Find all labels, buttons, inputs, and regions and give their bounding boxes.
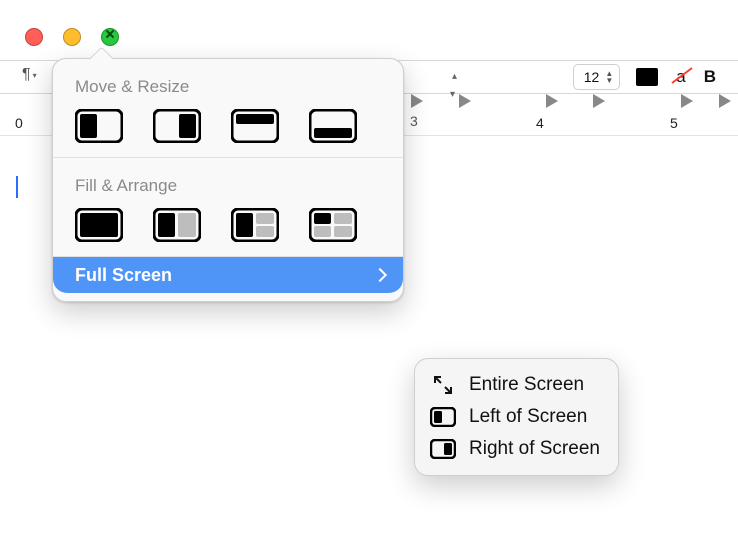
ruler-tick: 3 [410, 113, 418, 129]
section-heading-fill-arrange: Fill & Arrange [53, 158, 403, 200]
submenu-label: Entire Screen [469, 374, 584, 396]
fill-full[interactable] [75, 208, 123, 242]
tab-stop-marker[interactable] [411, 94, 423, 108]
move-resize-row [53, 101, 403, 157]
chevron-right-icon [373, 268, 387, 282]
window-traffic-lights [25, 28, 119, 46]
tab-stop-marker[interactable] [459, 94, 471, 108]
fullscreen-window-button[interactable] [101, 28, 119, 46]
full-screen-label: Full Screen [75, 265, 172, 286]
tab-stop-marker[interactable] [593, 94, 605, 108]
submenu-entire-screen[interactable]: Entire Screen [429, 369, 600, 401]
tile-right-half[interactable] [153, 109, 201, 143]
submenu-label: Right of Screen [469, 438, 600, 460]
strike-color-button[interactable]: a [674, 67, 687, 87]
chevron-down-icon: ▾ [33, 71, 37, 80]
fill-left-dim[interactable] [153, 208, 201, 242]
section-heading-move-resize: Move & Resize [53, 59, 403, 101]
full-screen-menu-item[interactable]: Full Screen [53, 257, 403, 293]
window-tiling-popover: Move & Resize Fill & Arrange Full Scr [52, 58, 404, 302]
minimize-window-button[interactable] [63, 28, 81, 46]
submenu-left-of-screen[interactable]: Left of Screen [429, 401, 600, 433]
tab-stop-marker[interactable] [546, 94, 558, 108]
tile-top-half[interactable] [231, 109, 279, 143]
full-screen-submenu: Entire Screen Left of Screen Right of Sc… [414, 358, 619, 476]
paragraph-style-button[interactable]: ¶ [22, 66, 31, 84]
fill-arrange-row [53, 200, 403, 256]
font-size-value: 12 [584, 69, 600, 85]
expand-arrows-icon [429, 374, 457, 396]
ruler-number: 5 [670, 115, 678, 131]
font-size-stepper[interactable]: 12 ▲▼ [573, 64, 621, 90]
fill-three-up[interactable] [231, 208, 279, 242]
tab-stop-marker[interactable] [719, 94, 731, 108]
ruler-number: 0 [15, 115, 23, 131]
close-window-button[interactable] [25, 28, 43, 46]
fill-quarters[interactable] [309, 208, 357, 242]
bold-button[interactable]: B [704, 67, 716, 87]
tile-left-icon [429, 407, 457, 427]
submenu-label: Left of Screen [469, 406, 587, 428]
tile-bottom-half[interactable] [309, 109, 357, 143]
stepper-icon: ▲▼ [605, 71, 613, 84]
tab-stop-marker[interactable] [681, 94, 693, 108]
tile-left-half[interactable] [75, 109, 123, 143]
text-cursor [16, 176, 18, 198]
text-color-swatch[interactable] [636, 68, 658, 86]
submenu-right-of-screen[interactable]: Right of Screen [429, 433, 600, 465]
tile-right-icon [429, 439, 457, 459]
ruler-number: 4 [536, 115, 544, 131]
